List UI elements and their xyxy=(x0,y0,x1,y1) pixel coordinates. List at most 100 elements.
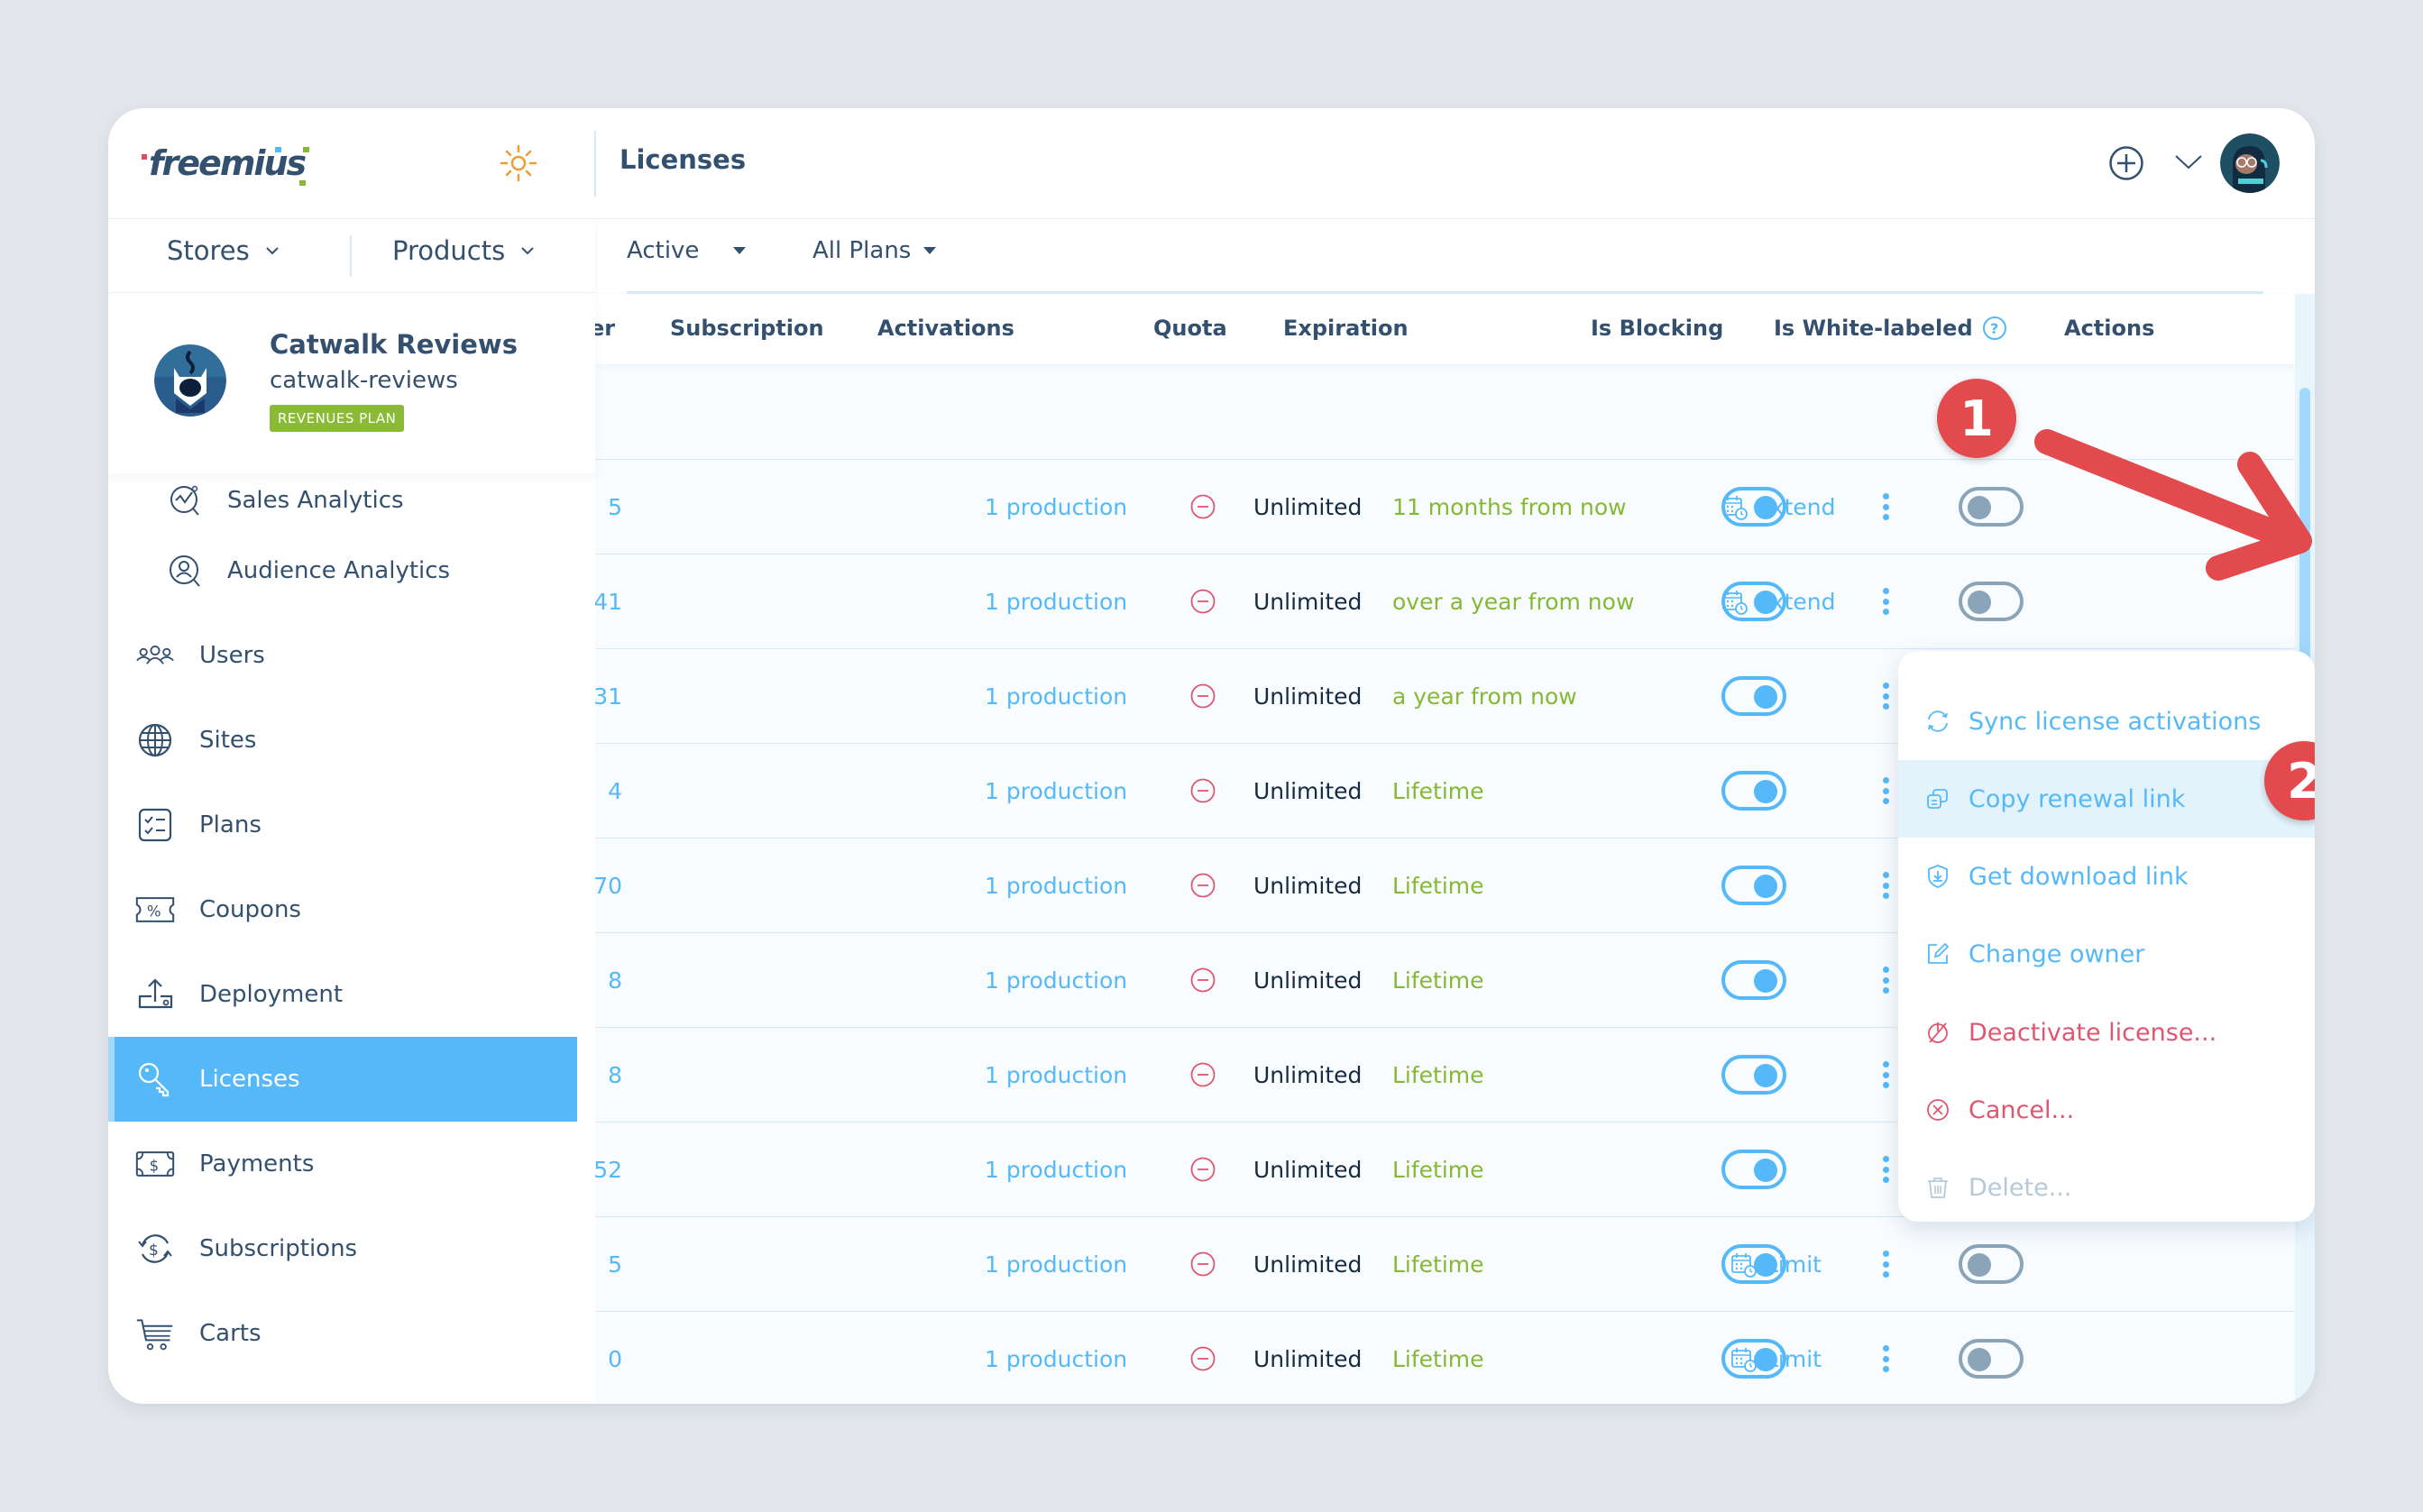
remove-circle-icon[interactable] xyxy=(1189,933,1216,1027)
column-header-subscription[interactable]: Subscription xyxy=(670,316,824,341)
remove-circle-icon[interactable] xyxy=(1189,649,1216,743)
license-id[interactable]: 41 xyxy=(595,554,622,648)
more-actions-kebab-icon[interactable] xyxy=(1873,649,1900,743)
sidebar-item-sales-analytics[interactable]: Sales Analytics xyxy=(108,473,577,527)
quota-value: Unlimited xyxy=(1253,1156,1363,1183)
activations-link[interactable]: 1 production xyxy=(985,1217,1127,1311)
activations-link[interactable]: 1 production xyxy=(985,933,1127,1027)
chevron-down-icon[interactable] xyxy=(2173,151,2204,173)
activations-link[interactable]: 1 production xyxy=(985,1123,1127,1216)
sidebar-item-licenses[interactable]: Licenses xyxy=(108,1037,577,1122)
license-id[interactable]: 8 xyxy=(595,1028,622,1122)
stores-dropdown[interactable]: Stores xyxy=(167,235,280,266)
activations-link[interactable]: 1 production xyxy=(985,838,1127,932)
extend-button[interactable]: Extend xyxy=(1721,554,1836,648)
activations-link[interactable]: 1 production xyxy=(985,744,1127,838)
license-id[interactable]: 52 xyxy=(595,1123,622,1216)
plus-circle-icon[interactable] xyxy=(2108,145,2144,181)
plan-filter[interactable]: All Plans xyxy=(812,237,937,264)
license-id[interactable]: 4 xyxy=(595,744,622,838)
help-icon[interactable]: ? xyxy=(1982,316,2007,341)
is-white-labeled-toggle[interactable] xyxy=(1959,554,2024,648)
remove-circle-icon[interactable] xyxy=(1189,554,1216,648)
plan-filter-value: All Plans xyxy=(812,237,912,264)
menu-item-change-owner[interactable]: Change owner xyxy=(1898,915,2315,993)
more-actions-kebab-icon[interactable] xyxy=(1873,554,1900,648)
is-white-labeled-toggle[interactable] xyxy=(1959,460,2024,554)
menu-item-cancel[interactable]: Cancel... xyxy=(1898,1071,2315,1149)
more-actions-kebab-icon[interactable] xyxy=(1873,1312,1900,1404)
sync-icon xyxy=(1924,708,1951,735)
freemius-logo[interactable]: freemius xyxy=(140,135,320,189)
is-blocking-toggle[interactable] xyxy=(1721,1123,1786,1216)
more-actions-kebab-icon[interactable] xyxy=(1873,460,1900,554)
remove-circle-icon[interactable] xyxy=(1189,1312,1216,1404)
sidebar-item-deployment[interactable]: Deployment xyxy=(108,952,577,1037)
remove-circle-icon[interactable] xyxy=(1189,1123,1216,1216)
column-header-is-blocking[interactable]: Is Blocking xyxy=(1591,316,1723,341)
is-blocking-toggle[interactable] xyxy=(1721,838,1786,932)
column-header-activations[interactable]: Activations xyxy=(877,316,1014,341)
activations-link[interactable]: 1 production xyxy=(985,1312,1127,1404)
is-blocking-toggle[interactable] xyxy=(1721,933,1786,1027)
table-row[interactable]: 5 1 production Unlimited Lifetime Limit xyxy=(595,1217,2295,1312)
license-id[interactable]: 8 xyxy=(595,933,622,1027)
sidebar-item-carts[interactable]: Carts xyxy=(108,1291,577,1376)
user-avatar[interactable] xyxy=(2220,133,2280,193)
license-id[interactable]: 5 xyxy=(595,460,622,554)
remove-circle-icon[interactable] xyxy=(1189,1028,1216,1122)
sidebar-item-sites[interactable]: Sites xyxy=(108,698,577,783)
sidebar-item-plans[interactable]: Plans xyxy=(108,783,577,867)
license-id[interactable]: 31 xyxy=(595,649,622,743)
table-header: er Subscription Activations Quota Expira… xyxy=(590,294,2295,364)
sidebar-item-label: Licenses xyxy=(199,1066,300,1093)
table-row[interactable]: 0 1 production Unlimited Lifetime Limit xyxy=(595,1312,2295,1404)
license-id[interactable]: 70 xyxy=(595,838,622,932)
status-filter-value: Active xyxy=(627,237,700,264)
menu-item-copy-renewal-link[interactable]: Copy renewal link xyxy=(1898,760,2315,838)
store-card[interactable]: Catwalk Reviews catwalk-reviews REVENUES… xyxy=(108,293,595,473)
column-header-is-white-labeled[interactable]: Is White-labeled ? xyxy=(1774,316,2007,341)
more-actions-kebab-icon[interactable] xyxy=(1873,1217,1900,1311)
sidebar-item-payments[interactable]: $ Payments xyxy=(108,1122,577,1206)
more-actions-kebab-icon[interactable] xyxy=(1873,744,1900,838)
license-actions-menu: Sync license activations Copy renewal lin… xyxy=(1898,651,2315,1222)
is-blocking-toggle[interactable] xyxy=(1721,649,1786,743)
activations-link[interactable]: 1 production xyxy=(985,554,1127,648)
activations-link[interactable]: 1 production xyxy=(985,1028,1127,1122)
menu-item-deactivate-license[interactable]: Deactivate license... xyxy=(1898,994,2315,1071)
products-dropdown[interactable]: Products xyxy=(392,235,536,266)
more-actions-kebab-icon[interactable] xyxy=(1873,838,1900,932)
is-blocking-toggle[interactable] xyxy=(1721,744,1786,838)
is-white-labeled-toggle[interactable] xyxy=(1959,1217,2024,1311)
activations-link[interactable]: 1 production xyxy=(985,649,1127,743)
sun-icon[interactable] xyxy=(500,144,537,182)
activations-link[interactable]: 1 production xyxy=(985,460,1127,554)
limit-button[interactable]: Limit xyxy=(1730,1312,1822,1404)
sidebar-item-coupons[interactable]: % Coupons xyxy=(108,867,577,952)
status-filter[interactable]: Active xyxy=(627,237,747,264)
remove-circle-icon[interactable] xyxy=(1189,460,1216,554)
more-actions-kebab-icon[interactable] xyxy=(1873,933,1900,1027)
limit-button[interactable]: Limit xyxy=(1730,1217,1822,1311)
menu-item-get-download-link[interactable]: Get download link xyxy=(1898,838,2315,915)
column-header-quota[interactable]: Quota xyxy=(1153,316,1227,341)
stores-label: Stores xyxy=(167,235,250,266)
expiration-value: Lifetime xyxy=(1392,1156,1484,1183)
license-id[interactable]: 0 xyxy=(595,1312,622,1404)
extend-button[interactable]: Extend xyxy=(1721,460,1836,554)
license-id[interactable]: 5 xyxy=(595,1217,622,1311)
is-white-labeled-toggle[interactable] xyxy=(1959,1312,2024,1404)
sidebar-item-subscriptions[interactable]: $ Subscriptions xyxy=(108,1206,577,1291)
remove-circle-icon[interactable] xyxy=(1189,838,1216,932)
menu-item-label: Cancel... xyxy=(1969,1095,2075,1124)
remove-circle-icon[interactable] xyxy=(1189,744,1216,838)
more-actions-kebab-icon[interactable] xyxy=(1873,1123,1900,1216)
is-blocking-toggle[interactable] xyxy=(1721,1028,1786,1122)
column-header-expiration[interactable]: Expiration xyxy=(1283,316,1409,341)
sidebar-item-users[interactable]: Users xyxy=(108,613,577,698)
remove-circle-icon[interactable] xyxy=(1189,1217,1216,1311)
menu-item-sync-license-activations[interactable]: Sync license activations xyxy=(1898,683,2315,760)
more-actions-kebab-icon[interactable] xyxy=(1873,1028,1900,1122)
sidebar-item-audience-analytics[interactable]: Audience Analytics xyxy=(108,528,577,613)
